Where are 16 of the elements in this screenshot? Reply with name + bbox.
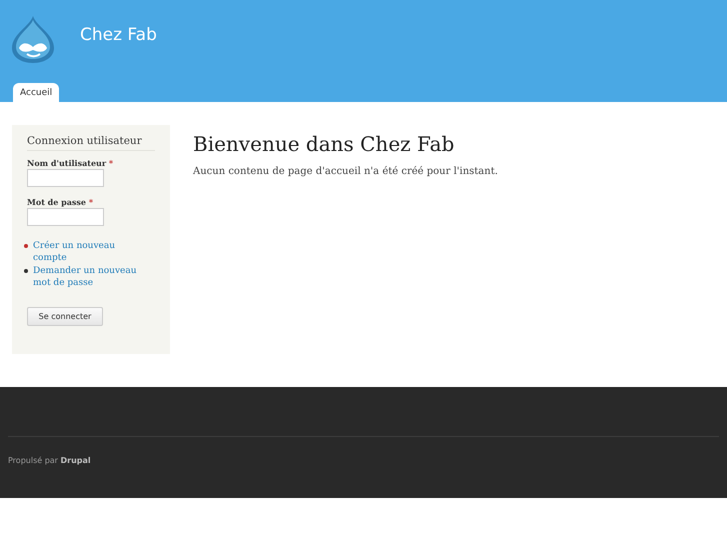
required-mark: * [88, 197, 93, 207]
footer-text: Propulsé par [8, 456, 58, 465]
input-field[interactable] [27, 169, 104, 187]
required-mark: * [108, 158, 114, 168]
field-label: Mot de passe [27, 197, 86, 207]
block-title: Connexion utilisateur [27, 135, 155, 151]
field-label: Nom d'utilisateur [27, 158, 106, 168]
footer-link[interactable]: Drupal [60, 456, 91, 465]
page-text: Aucun contenu de page d'accueil n'a été créé pour l'instant. [193, 166, 499, 177]
account-link[interactable]: Demander un nouveau mot de passe [33, 265, 138, 289]
input-field[interactable] [27, 208, 104, 226]
page-title: Bienvenue dans Chez Fab [193, 132, 456, 156]
account-link[interactable]: Créer un nouveau compte [33, 240, 138, 264]
login-button[interactable]: Se connecter [27, 307, 103, 326]
tab[interactable]: Accueil [13, 83, 60, 102]
drop-logo[interactable] [10, 14, 56, 64]
